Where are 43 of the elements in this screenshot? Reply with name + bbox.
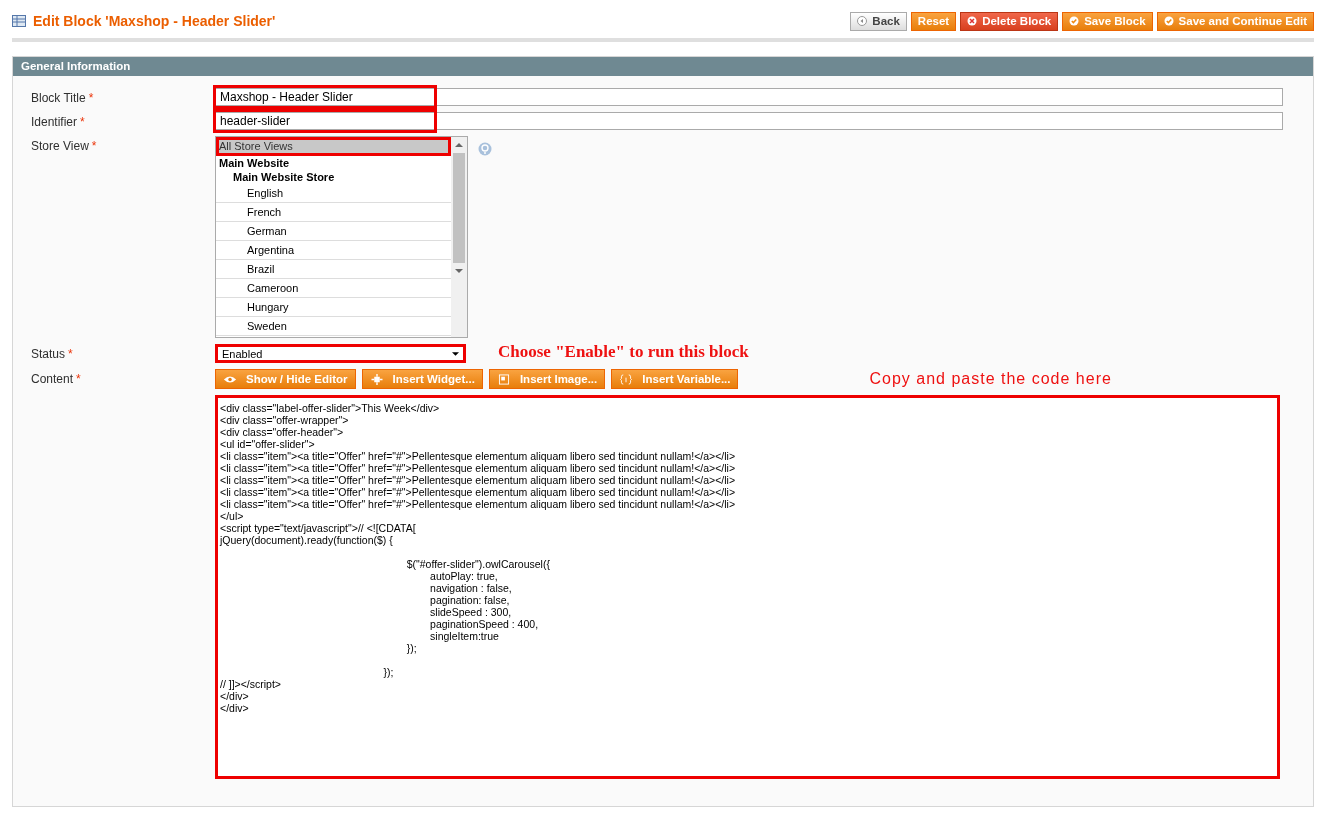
field-label: Identifier: [31, 115, 78, 129]
required-mark: *: [80, 115, 85, 129]
scroll-down-icon[interactable]: [455, 268, 463, 274]
close-icon: [967, 16, 978, 26]
widget-icon: [369, 373, 384, 385]
dropdown-arrow-icon: [452, 350, 459, 357]
braces-icon: [619, 373, 634, 385]
field-label: Store View: [31, 139, 89, 153]
annotation-text: Copy and paste the code here: [869, 370, 1112, 388]
store-option[interactable]: Cameroon: [216, 279, 451, 298]
required-mark: *: [76, 372, 81, 386]
required-mark: *: [91, 139, 97, 153]
annotation-text: Choose "Enable" to run this block: [498, 342, 749, 362]
section-title: General Information: [21, 60, 131, 72]
grid-icon: [12, 15, 26, 27]
store-option[interactable]: English: [216, 184, 451, 203]
arrow-left-icon: [857, 16, 868, 26]
code-editor-field[interactable]: <div class="label-offer-slider">This Week</div> <div class="offer-wrapper"> <div class="offer-header"> <ul id="offer-slider"> <li class="item"><a title="Offer" href="#">Pellentesque elementum aliquam libero sed tincidunt nullam!</a></li> <li class="item"><a title="Offer" href="#">Pellentesque elementum aliquam libero sed tincidunt nullam!</a></li> <li class="item"><a title="Offer" href="#">Pellentesque elementum aliquam libero sed tincidunt nullam!</a></li> <li class="item"><a title="Offer" href="#">Pellentesque elementum aliquam libero sed tincidunt nullam!</a></li> <li class="item"><a title="Offer" href="#">Pellentesque elementum aliquam libero sed tincidunt nullam!</a></li> </ul> <script type="text/javascript">// <![CDATA[ jQuery(document).ready(function($) { $("#offer-slider").owlCarousel({ autoPlay: true, navigation : false, pagination: false, slideSpeed : 300, paginationSpeed : 400, singleItem:true }); }); // ]]></script> </div> </div>: [215, 395, 1280, 779]
delete-button[interactable]: Delete Block: [960, 11, 1059, 31]
store-option[interactable]: All Store Views: [216, 137, 451, 156]
store-option[interactable]: German: [216, 222, 451, 241]
check-icon: [1163, 16, 1174, 26]
store-option[interactable]: Hungary: [216, 298, 451, 317]
field-label: Content: [31, 372, 74, 386]
scrollbar[interactable]: [451, 137, 467, 337]
option-group-label: Main Website: [218, 156, 291, 170]
scroll-up-icon[interactable]: [455, 142, 463, 148]
store-option[interactable]: Sweden: [216, 317, 451, 336]
option-group-label: Main Website Store: [232, 170, 336, 184]
store-option[interactable]: French: [216, 203, 451, 222]
page-title: Edit Block 'Maxshop - Header Slider': [33, 13, 276, 29]
field-label: Block Title: [31, 91, 86, 105]
required-mark: *: [88, 91, 94, 105]
required-mark: *: [68, 347, 73, 361]
identifier-field[interactable]: header-slider: [215, 112, 1283, 130]
back-button[interactable]: Back: [850, 11, 907, 31]
store-option[interactable]: Brazil: [216, 260, 451, 279]
block-title-field[interactable]: Maxshop - Header Slider: [215, 88, 1283, 106]
field-label: Status: [31, 347, 66, 361]
image-icon: [496, 373, 511, 385]
store-option[interactable]: Argentina: [216, 241, 451, 260]
check-icon: [1069, 16, 1080, 26]
status-dropdown[interactable]: Enabled: [215, 344, 466, 363]
